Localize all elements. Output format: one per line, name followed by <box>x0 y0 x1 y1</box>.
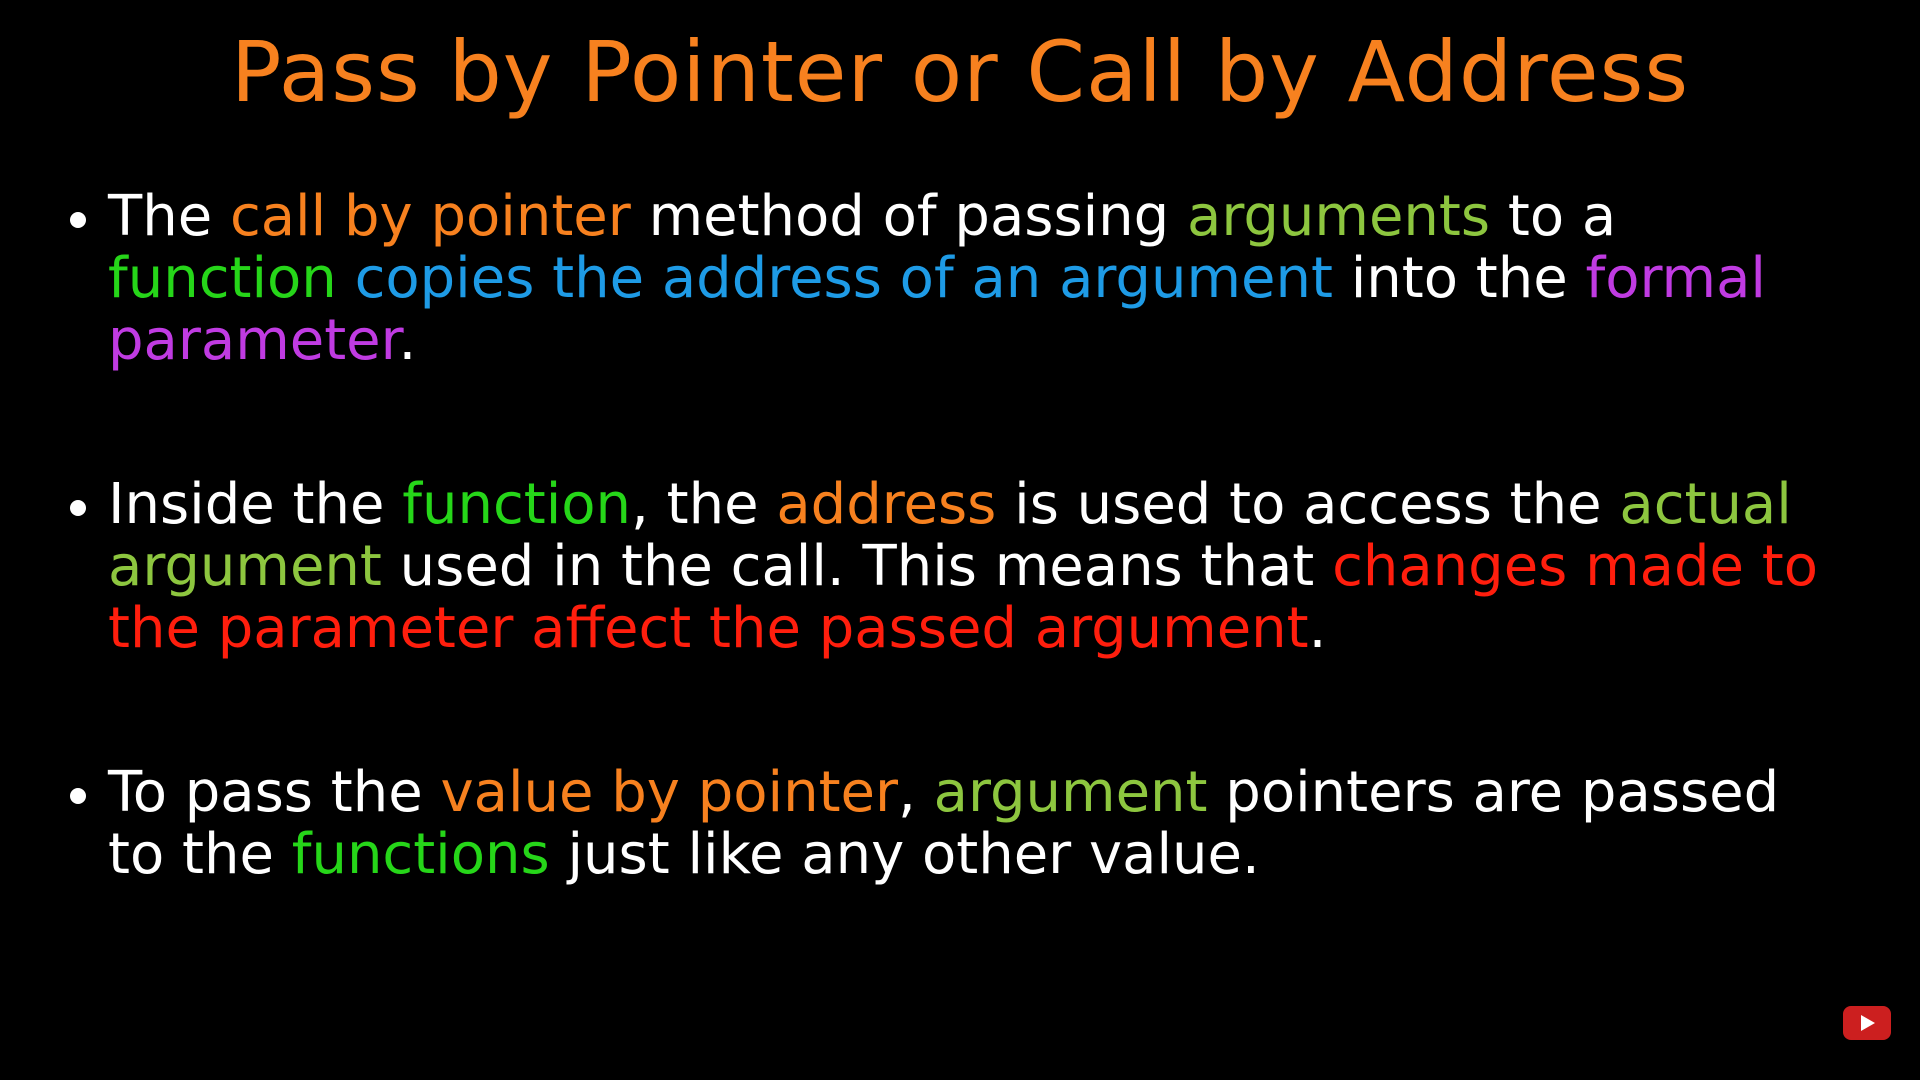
youtube-play-icon[interactable] <box>1843 1006 1891 1040</box>
bullet-segment: , the <box>631 472 777 537</box>
bullet-text: The call by pointer method of passing ar… <box>108 184 1766 373</box>
bullet-segment <box>337 246 355 311</box>
bullet-segment: copies the address of an argument <box>354 246 1333 311</box>
bullet-item: The call by pointer method of passing ar… <box>70 186 1840 372</box>
bullet-segment: Inside the <box>108 472 403 537</box>
bullet-segment: is used to access the <box>996 472 1620 537</box>
bullet-item: To pass the value by pointer, argument p… <box>70 762 1840 886</box>
bullet-segment: to a <box>1490 184 1617 249</box>
bullet-segment: call by pointer <box>229 184 631 249</box>
bullet-segment: , <box>898 760 934 825</box>
bullet-dot-icon <box>70 500 86 516</box>
play-triangle-icon <box>1861 1015 1875 1031</box>
bullet-list: The call by pointer method of passing ar… <box>70 186 1840 886</box>
bullet-segment: address <box>776 472 997 537</box>
bullet-text: Inside the function, the address is used… <box>108 472 1818 661</box>
bullet-segment: value by pointer <box>440 760 899 825</box>
bullet-segment: method of passing <box>630 184 1188 249</box>
bullet-segment: function <box>108 246 337 311</box>
bullet-segment: To pass the <box>108 760 441 825</box>
bullet-segment: into the <box>1332 246 1586 311</box>
bullet-segment: function <box>402 472 632 537</box>
bullet-segment: The <box>108 184 230 249</box>
slide-title: Pass by Pointer or Call by Address <box>230 23 1690 121</box>
bullet-segment: arguments <box>1187 184 1491 249</box>
bullet-dot-icon <box>70 212 86 228</box>
bullet-segment: . <box>398 308 417 373</box>
bullet-text: To pass the value by pointer, argument p… <box>108 760 1779 887</box>
bullet-item: Inside the function, the address is used… <box>70 474 1840 660</box>
slide: Pass by Pointer or Call by Address The c… <box>0 0 1920 1080</box>
bullet-segment: . <box>1308 596 1327 661</box>
bullet-segment: just like any other value. <box>549 822 1260 887</box>
bullet-segment: functions <box>291 822 550 887</box>
bullet-dot-icon <box>70 788 86 804</box>
bullet-segment: used in the call. This means that <box>381 534 1333 599</box>
bullet-segment: argument <box>933 760 1208 825</box>
